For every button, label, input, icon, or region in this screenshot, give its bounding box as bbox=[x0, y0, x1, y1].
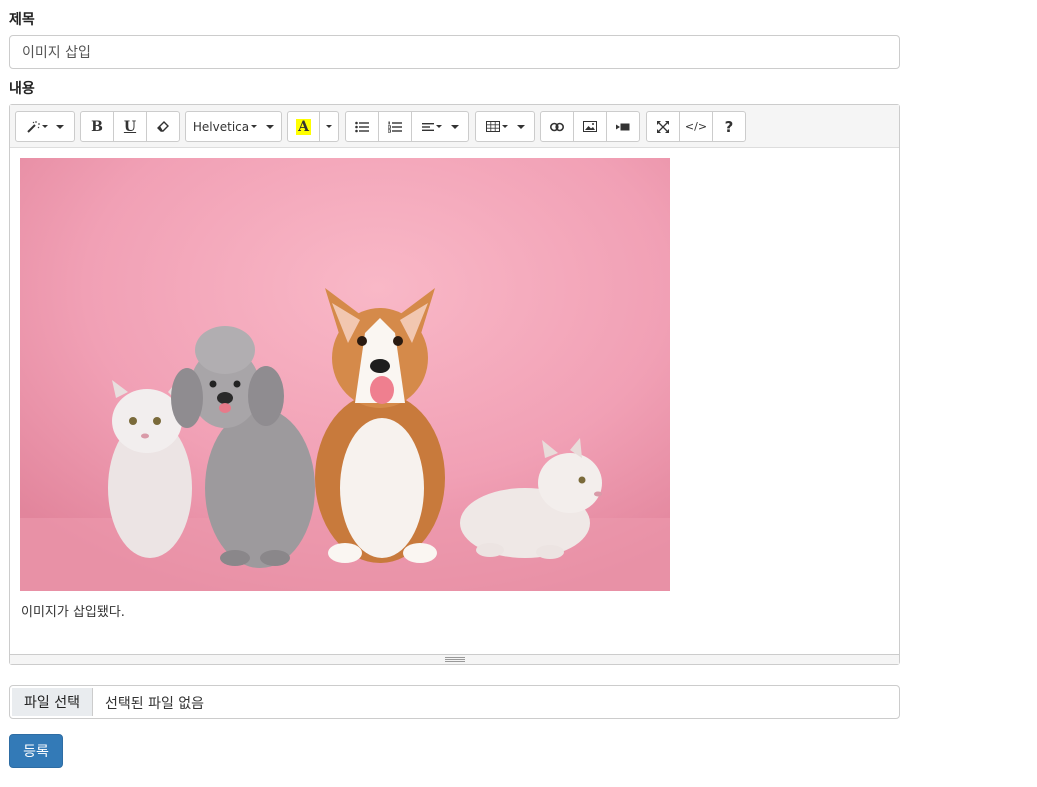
submit-button[interactable]: 등록 bbox=[9, 734, 63, 768]
choose-file-button[interactable]: 파일 선택 bbox=[12, 688, 93, 716]
bold-button[interactable]: B bbox=[80, 111, 114, 142]
ordered-list-button[interactable] bbox=[378, 111, 412, 142]
insert-link-button[interactable] bbox=[540, 111, 574, 142]
chevron-down-icon bbox=[516, 124, 525, 129]
chevron-down-icon bbox=[42, 125, 48, 128]
unordered-list-icon bbox=[355, 121, 369, 132]
editor-paragraph: 이미지가 삽입됐다. bbox=[21, 605, 125, 620]
video-icon bbox=[616, 123, 630, 130]
style-dropdown-button[interactable] bbox=[15, 111, 75, 142]
file-input[interactable]: 파일 선택 선택된 파일 없음 bbox=[9, 685, 900, 719]
recent-color-button[interactable]: A bbox=[287, 111, 320, 142]
code-view-icon: </> bbox=[684, 120, 708, 133]
font-color-icon: A bbox=[296, 118, 311, 135]
unordered-list-button[interactable] bbox=[345, 111, 379, 142]
table-group bbox=[475, 111, 535, 142]
editor-resize-handle[interactable] bbox=[10, 654, 899, 664]
chevron-down-icon bbox=[435, 125, 442, 128]
grip-icon bbox=[444, 657, 465, 663]
color-dropdown-button[interactable] bbox=[319, 111, 339, 142]
format-group: B U bbox=[80, 111, 180, 142]
content-label: 내용 bbox=[9, 81, 35, 97]
font-name-dropdown[interactable]: Helvetica bbox=[185, 111, 282, 142]
underline-icon: U bbox=[123, 118, 137, 135]
title-input[interactable] bbox=[9, 35, 900, 69]
help-button[interactable]: ? bbox=[712, 111, 746, 142]
code-view-button[interactable]: </> bbox=[679, 111, 713, 142]
font-group: Helvetica bbox=[185, 111, 282, 142]
ordered-list-icon bbox=[388, 121, 402, 133]
fullscreen-button[interactable] bbox=[646, 111, 680, 142]
chevron-down-icon bbox=[56, 124, 64, 129]
chevron-down-icon bbox=[266, 124, 275, 129]
editor-toolbar: B U Helvetica A </> ? bbox=[10, 105, 899, 148]
table-icon bbox=[485, 121, 500, 132]
insert-group bbox=[540, 111, 640, 142]
style-group bbox=[15, 111, 75, 142]
color-group: A bbox=[287, 111, 339, 142]
title-label: 제목 bbox=[9, 12, 35, 28]
insert-picture-button[interactable] bbox=[573, 111, 607, 142]
view-group: </> ? bbox=[646, 111, 746, 142]
file-status-text: 선택된 파일 없음 bbox=[105, 696, 205, 712]
font-name-label: Helvetica bbox=[192, 119, 250, 134]
clear-format-button[interactable] bbox=[146, 111, 180, 142]
align-icon bbox=[421, 122, 434, 131]
rich-text-editor: B U Helvetica A </> ? 이미지가 삽입됐다. bbox=[9, 104, 900, 665]
inserted-image[interactable] bbox=[20, 158, 670, 591]
bold-icon: B bbox=[91, 118, 103, 135]
editor-content-area[interactable]: 이미지가 삽입됐다. bbox=[10, 148, 899, 655]
chevron-down-icon bbox=[251, 125, 258, 128]
paragraph-group bbox=[345, 111, 469, 142]
underline-button[interactable]: U bbox=[113, 111, 147, 142]
magic-icon bbox=[27, 120, 40, 133]
insert-video-button[interactable] bbox=[606, 111, 640, 142]
pets-photo bbox=[20, 158, 670, 591]
picture-icon bbox=[583, 121, 597, 132]
chevron-down-icon bbox=[501, 125, 508, 128]
table-dropdown-button[interactable] bbox=[475, 111, 535, 142]
link-icon bbox=[550, 122, 564, 131]
fullscreen-icon bbox=[657, 120, 669, 133]
eraser-icon bbox=[157, 120, 169, 132]
align-dropdown-button[interactable] bbox=[411, 111, 469, 142]
chevron-down-icon bbox=[450, 124, 459, 129]
help-icon: ? bbox=[724, 117, 734, 136]
chevron-down-icon bbox=[326, 125, 332, 128]
